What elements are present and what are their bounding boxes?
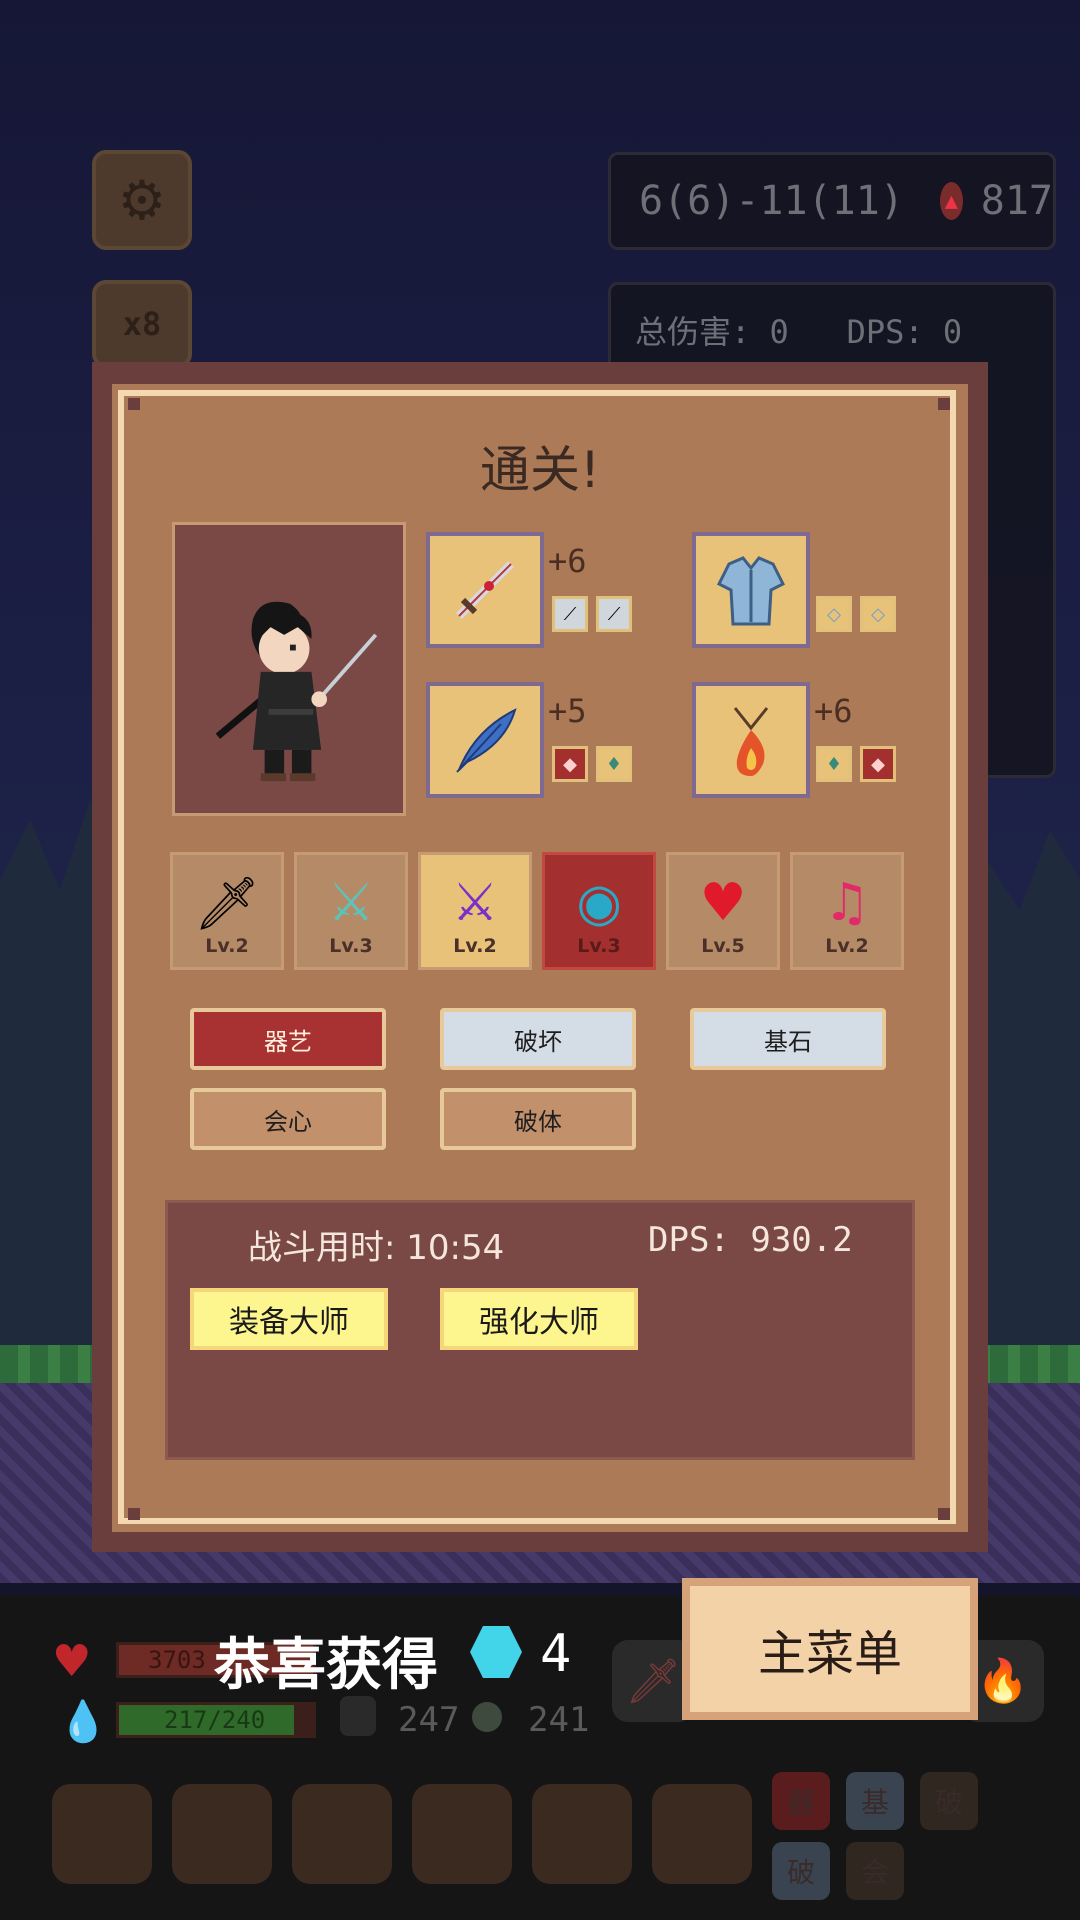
mini-tag-label: 破 bbox=[934, 1786, 963, 1819]
crystal-gem-icon: ♦ bbox=[596, 746, 632, 782]
tag-poti[interactable]: 破体 bbox=[440, 1088, 636, 1150]
skill-purple-sword[interactable]: ⚔ Lv.2 bbox=[418, 852, 532, 970]
equip-slot-feather[interactable] bbox=[426, 682, 544, 798]
skill-heart-dagger[interactable]: ♥ Lv.5 bbox=[666, 852, 780, 970]
settings-button[interactable]: ⚙ bbox=[92, 150, 192, 250]
mini-tag-label: 会 bbox=[860, 1856, 889, 1889]
amulet-enhance-level: +6 bbox=[814, 692, 853, 730]
speed-label: x8 bbox=[122, 305, 162, 343]
mini-tag-po2[interactable]: 破 bbox=[772, 1842, 830, 1900]
achievement-enhance-master[interactable]: 强化大师 bbox=[440, 1288, 638, 1350]
purple-sword-icon: ⚔ bbox=[451, 873, 499, 933]
hp-value: 3703 bbox=[148, 1646, 206, 1674]
skill-level: Lv.2 bbox=[825, 935, 869, 957]
reward-text: 恭喜获得 bbox=[214, 1633, 438, 1698]
diamond-gem-icon: ◇ bbox=[860, 596, 896, 632]
main-menu-label: 主菜单 bbox=[757, 1626, 902, 1682]
speed-button[interactable]: x8 bbox=[92, 280, 192, 368]
mini-tag-qi[interactable]: 器 bbox=[772, 1772, 830, 1830]
feather-gem-icon: ⟋ bbox=[596, 596, 632, 632]
battle-dps: DPS: 930.2 bbox=[648, 1220, 853, 1260]
fire-count: 817 bbox=[980, 178, 1053, 224]
tag-qiyi[interactable]: 器艺 bbox=[190, 1008, 386, 1070]
red-gem-icon: ◆ bbox=[860, 746, 896, 782]
stage-label: 6(6)-11(11) bbox=[639, 178, 904, 224]
tag-label: 器艺 bbox=[264, 1027, 312, 1056]
sword-icon: 🗡 bbox=[193, 874, 260, 934]
swordsman-character bbox=[215, 601, 378, 782]
fire-amulet-icon bbox=[733, 707, 769, 776]
inventory-slot[interactable] bbox=[172, 1784, 272, 1884]
skill-music[interactable]: ♫ Lv.2 bbox=[790, 852, 904, 970]
total-damage-label: 总伤害: 0 DPS: 0 bbox=[635, 313, 963, 351]
panel-title: 通关! bbox=[479, 441, 601, 499]
crimson-sword-icon bbox=[456, 561, 514, 619]
blue-feather-icon bbox=[456, 708, 517, 773]
mp-value: 217/240 bbox=[164, 1706, 266, 1734]
corner-rivet bbox=[938, 1508, 950, 1520]
armor-icon bbox=[340, 1696, 376, 1736]
mini-tag-label: 破 bbox=[786, 1856, 815, 1889]
skill-level: Lv.3 bbox=[577, 935, 621, 957]
reward-count: 4 bbox=[540, 1624, 572, 1684]
achievement-equip-master[interactable]: 装备大师 bbox=[190, 1288, 388, 1350]
water-drop-icon: 💧 bbox=[58, 1699, 108, 1745]
tag-label: 破坏 bbox=[514, 1027, 562, 1056]
fire-gem-icon: ▲ bbox=[939, 182, 963, 220]
corner-rivet bbox=[128, 1508, 140, 1520]
battle-time: 战斗用时: 10:54 bbox=[248, 1228, 505, 1268]
skill-level: Lv.2 bbox=[205, 935, 249, 957]
heart-icon: ♥ bbox=[52, 1636, 92, 1687]
red-gem-icon: ◆ bbox=[552, 746, 588, 782]
orb-icon bbox=[472, 1702, 502, 1732]
tag-label: 会心 bbox=[264, 1107, 312, 1136]
vortex-icon: ◉ bbox=[576, 873, 622, 933]
magic-sword-icon: ⚔ bbox=[327, 873, 375, 933]
mini-tag-ji[interactable]: 基 bbox=[846, 1772, 904, 1830]
feather-enhance-level: +5 bbox=[548, 692, 587, 730]
corner-rivet bbox=[938, 398, 950, 410]
armor-value: 247 bbox=[398, 1700, 460, 1740]
skill-level: Lv.3 bbox=[329, 935, 373, 957]
achievement-label: 装备大师 bbox=[229, 1305, 349, 1340]
equip-slot-armor[interactable] bbox=[692, 532, 810, 648]
music-icon: ♫ bbox=[823, 873, 871, 933]
heart-dagger-icon: ♥ bbox=[699, 873, 747, 933]
armor-icon bbox=[716, 556, 786, 626]
inventory-slot[interactable] bbox=[412, 1784, 512, 1884]
equip-slot-amulet[interactable] bbox=[692, 682, 810, 798]
inventory-slot[interactable] bbox=[532, 1784, 632, 1884]
mini-tag-label: 基 bbox=[860, 1786, 889, 1819]
mini-tag-hui[interactable]: 会 bbox=[846, 1842, 904, 1900]
character-portrait bbox=[172, 522, 406, 816]
sword-enhance-level: +6 bbox=[548, 542, 587, 580]
tag-pohuai[interactable]: 破坏 bbox=[440, 1008, 636, 1070]
diamond-gem-icon: ◇ bbox=[816, 596, 852, 632]
skill-vortex[interactable]: ◉ Lv.3 bbox=[542, 852, 656, 970]
skill-sword[interactable]: 🗡 Lv.2 bbox=[170, 852, 284, 970]
crystal-gem-icon: ♦ bbox=[816, 746, 852, 782]
equip-slot-sword[interactable] bbox=[426, 532, 544, 648]
skill-magic-sword[interactable]: ⚔ Lv.3 bbox=[294, 852, 408, 970]
skill-level: Lv.5 bbox=[701, 935, 745, 957]
mini-tag-po[interactable]: 破 bbox=[920, 1772, 978, 1830]
stage-indicator: 6(6)-11(11) ▲ 817 bbox=[608, 152, 1056, 250]
tag-label: 破体 bbox=[514, 1107, 562, 1136]
feather-gem-icon: ⟋ bbox=[552, 596, 588, 632]
tag-label: 基石 bbox=[764, 1027, 812, 1056]
inventory-slot[interactable] bbox=[52, 1784, 152, 1884]
tag-jishi[interactable]: 基石 bbox=[690, 1008, 886, 1070]
corner-rivet bbox=[128, 398, 140, 410]
tag-huixin[interactable]: 会心 bbox=[190, 1088, 386, 1150]
orb-value: 241 bbox=[528, 1700, 590, 1740]
main-menu-button[interactable]: 主菜单 bbox=[682, 1578, 978, 1720]
mini-tag-label: 器 bbox=[786, 1786, 815, 1819]
inventory-slot[interactable] bbox=[292, 1784, 392, 1884]
gear-icon: ⚙ bbox=[117, 168, 167, 232]
inventory-slot[interactable] bbox=[652, 1784, 752, 1884]
achievement-label: 强化大师 bbox=[479, 1305, 599, 1340]
skill-level: Lv.2 bbox=[453, 935, 497, 957]
